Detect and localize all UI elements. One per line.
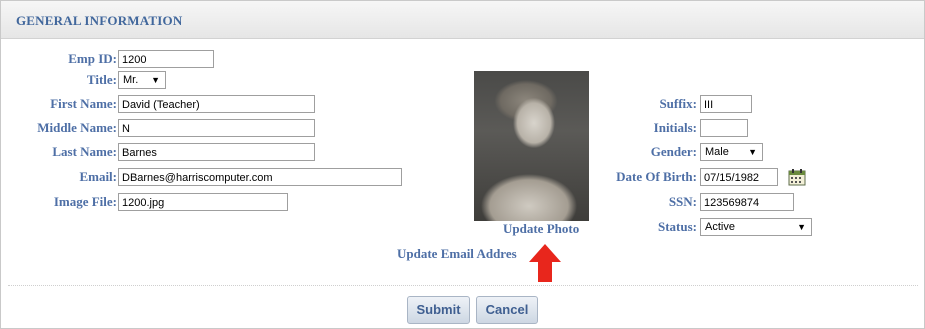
date-of-birth-label: Date Of Birth: <box>616 169 697 184</box>
chevron-down-icon: ▼ <box>151 75 160 85</box>
email-input[interactable]: DBarnes@harriscomputer.com <box>118 168 402 186</box>
image-file-input[interactable]: 1200.jpg <box>118 193 288 211</box>
title-label: Title: <box>86 72 117 87</box>
chevron-down-icon: ▼ <box>797 222 806 232</box>
form-divider <box>8 285 918 286</box>
arrow-up-icon <box>529 244 561 282</box>
panel-header: GENERAL INFORMATION <box>1 1 924 39</box>
gender-select-value: Male <box>705 146 729 158</box>
ssn-label: SSN: <box>668 194 697 209</box>
chevron-down-icon: ▼ <box>748 147 757 157</box>
image-file-label: Image File: <box>53 194 117 209</box>
first-name-label: First Name: <box>50 96 117 111</box>
ssn-input[interactable]: 123569874 <box>700 193 794 211</box>
last-name-input[interactable]: Barnes <box>118 143 315 161</box>
panel-title: GENERAL INFORMATION <box>16 13 183 28</box>
employee-photo <box>474 71 589 221</box>
update-email-address-link[interactable]: Update Email Addres <box>397 246 525 262</box>
title-select-value: Mr. <box>123 74 139 86</box>
middle-name-label: Middle Name: <box>37 120 117 135</box>
date-of-birth-input[interactable]: 07/15/1982 <box>700 168 778 186</box>
emp-id-input[interactable]: 1200 <box>118 50 214 68</box>
gender-label: Gender: <box>650 144 697 159</box>
email-label: Email: <box>79 169 117 184</box>
suffix-label: Suffix: <box>659 96 697 111</box>
cancel-button[interactable]: Cancel <box>476 296 538 324</box>
last-name-label: Last Name: <box>52 144 117 159</box>
status-select-value: Active <box>705 221 735 233</box>
initials-input[interactable] <box>700 119 748 137</box>
update-photo-link[interactable]: Update Photo <box>503 221 579 237</box>
calendar-icon[interactable] <box>787 168 807 186</box>
initials-label: Initials: <box>653 120 697 135</box>
status-label: Status: <box>657 219 697 234</box>
submit-button[interactable]: Submit <box>407 296 470 324</box>
first-name-input[interactable]: David (Teacher) <box>118 95 315 113</box>
gender-select[interactable]: Male ▼ <box>700 143 763 161</box>
suffix-input[interactable]: III <box>700 95 752 113</box>
status-select[interactable]: Active ▼ <box>700 218 812 236</box>
emp-id-label: Emp ID: <box>68 51 117 66</box>
middle-name-input[interactable]: N <box>118 119 315 137</box>
title-select[interactable]: Mr. ▼ <box>118 71 166 89</box>
